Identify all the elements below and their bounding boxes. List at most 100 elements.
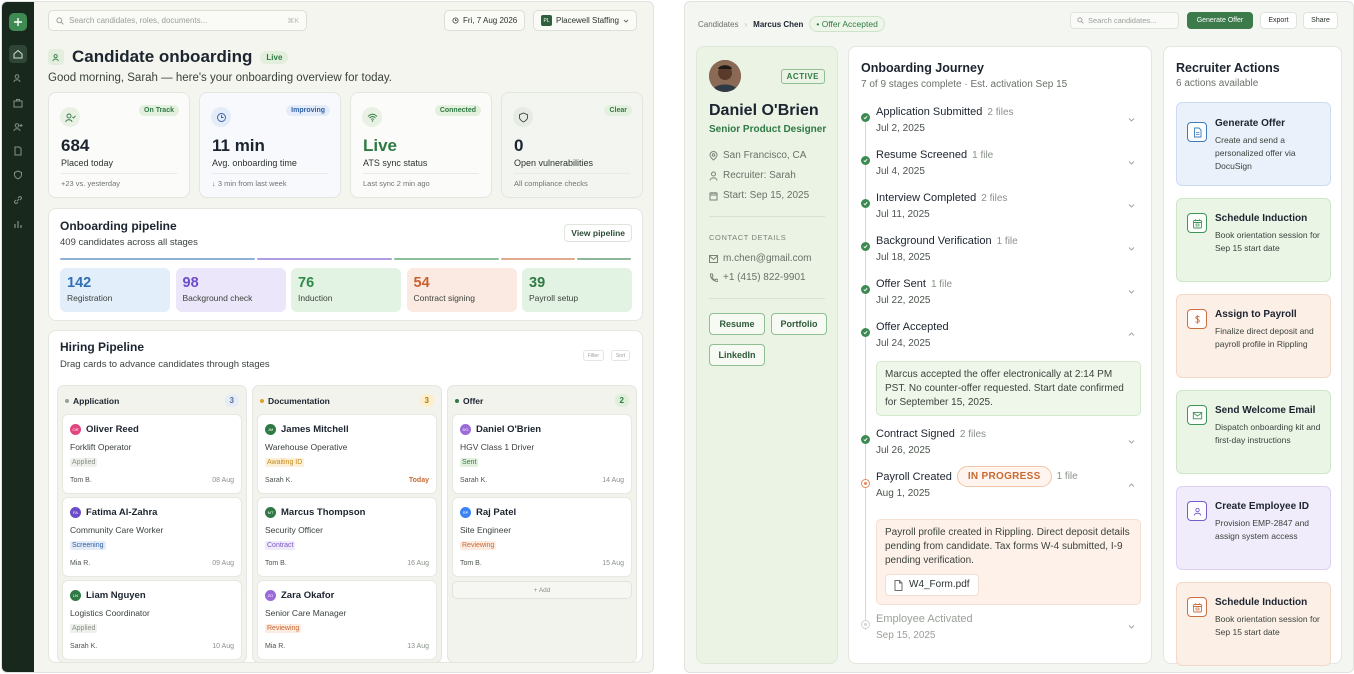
- add-card-button[interactable]: + Add: [452, 581, 632, 599]
- candidate-card[interactable]: DO Daniel O'Brien HGV Class 1 Driver Sent Sa…: [452, 414, 632, 494]
- breadcrumb-root[interactable]: Candidates: [698, 20, 738, 29]
- org-switcher[interactable]: PL Placewell Staffing: [533, 10, 637, 31]
- email-text[interactable]: m.chen@gmail.com: [723, 253, 812, 264]
- file-count[interactable]: 1 file: [997, 236, 1018, 247]
- sort-button[interactable]: Sort: [610, 350, 630, 361]
- location-text: San Francisco, CA: [723, 150, 807, 161]
- timeline-step[interactable]: Contract Signed 2 files Jul 26, 2025: [861, 428, 1141, 460]
- chart-icon[interactable]: [9, 215, 27, 233]
- chevron-down-icon[interactable]: [1128, 239, 1135, 251]
- status-badge: Reviewing: [265, 624, 302, 633]
- search-icon: [1077, 17, 1084, 24]
- timeline-step[interactable]: Interview Completed 2 files Jul 11, 2025: [861, 192, 1141, 224]
- pipeline-stage[interactable]: 39 Payroll setup: [522, 268, 632, 312]
- timeline-step[interactable]: Offer Sent 1 file Jul 22, 2025: [861, 278, 1141, 310]
- step-header: Resume Screened 1 file: [876, 149, 993, 161]
- shield-icon[interactable]: [9, 166, 27, 184]
- users-icon[interactable]: [9, 69, 27, 87]
- chevron-up-icon[interactable]: [1128, 476, 1135, 487]
- action-card[interactable]: Create Employee ID Provision EMP-2847 and…: [1176, 486, 1331, 570]
- chevron-down-icon[interactable]: [1128, 432, 1135, 444]
- stage-label: Registration: [67, 293, 113, 303]
- status-badge: Screening: [70, 541, 106, 550]
- wifi-icon: [362, 107, 382, 127]
- share-button[interactable]: Share: [1303, 12, 1338, 29]
- link-icon[interactable]: [9, 191, 27, 209]
- candidate-card[interactable]: RP Raj Patel Site Engineer Reviewing Tom B. 1…: [452, 497, 632, 577]
- action-card[interactable]: Generate Offer Create and send a personal…: [1176, 102, 1331, 186]
- resume-button[interactable]: Resume: [709, 313, 765, 335]
- portfolio-button[interactable]: Portfolio: [771, 313, 827, 335]
- candidate-card[interactable]: MT Marcus Thompson Security Officer Contrac…: [257, 497, 437, 577]
- timeline-step[interactable]: Offer Accepted Jul 24, 2025: [861, 321, 1141, 353]
- chevron-down-icon: [623, 19, 629, 23]
- chevron-down-icon[interactable]: [1128, 196, 1135, 208]
- file-count[interactable]: 2 files: [960, 429, 986, 440]
- stat-card[interactable]: Improving 11 min Avg. onboarding time ↓ 3 m…: [199, 92, 341, 198]
- candidate-card[interactable]: FA Fatima Al-Zahra Community Care Worker Sc…: [62, 497, 242, 577]
- stat-card[interactable]: Connected Live ATS sync status Last sync 2 …: [350, 92, 492, 198]
- view-pipeline-button[interactable]: View pipeline: [564, 224, 632, 242]
- candidate-card[interactable]: ZO Zara Okafor Senior Care Manager Reviewin…: [257, 580, 437, 660]
- onboarding-subtitle: 409 candidates across all stages: [60, 237, 198, 248]
- live-badge: Live: [260, 50, 289, 64]
- avatar: ZO: [265, 590, 276, 601]
- timeline-step[interactable]: Application Submitted 2 files Jul 2, 2025: [861, 106, 1141, 138]
- mail-icon: [1187, 405, 1207, 425]
- filter-button[interactable]: Filter: [582, 350, 604, 361]
- file-count[interactable]: 1 file: [972, 150, 993, 161]
- chevron-down-icon[interactable]: [1128, 110, 1135, 122]
- stage-label: Background check: [182, 293, 253, 303]
- export-button[interactable]: Export: [1260, 12, 1297, 29]
- chevron-down-icon[interactable]: [1128, 153, 1135, 165]
- app-logo-icon[interactable]: [9, 13, 27, 31]
- chevron-down-icon[interactable]: [1128, 282, 1135, 294]
- file-count[interactable]: 1 file: [931, 279, 952, 290]
- file-count[interactable]: 2 files: [981, 193, 1007, 204]
- recruiter-name: Sarah K.: [70, 643, 98, 650]
- date-chip[interactable]: Fri, 7 Aug 2026: [444, 10, 526, 31]
- candidate-card[interactable]: OR Oliver Reed Forklift Operator Applied Tom…: [62, 414, 242, 494]
- file-count[interactable]: 2 files: [987, 107, 1013, 118]
- file-attachment[interactable]: W4_Form.pdf: [885, 574, 979, 596]
- stat-card[interactable]: On Track 684 Placed today +23 vs. yesterday: [48, 92, 190, 198]
- chevron-up-icon[interactable]: [1128, 325, 1135, 336]
- home-icon[interactable]: [9, 45, 27, 63]
- stat-value: Live: [363, 136, 398, 155]
- generate-offer-button[interactable]: Generate Offer: [1187, 12, 1253, 29]
- check-icon: [861, 156, 870, 165]
- document-icon[interactable]: [9, 142, 27, 160]
- timeline-step[interactable]: Resume Screened 1 file Jul 4, 2025: [861, 149, 1141, 181]
- pipeline-stage[interactable]: 76 Induction: [291, 268, 401, 312]
- recruiter-name: Sarah K.: [460, 477, 488, 484]
- pipeline-stage[interactable]: 98 Background check: [175, 268, 286, 312]
- stat-card[interactable]: Clear 0 Open vulnerabilities All compliance…: [501, 92, 643, 198]
- stat-value: 684: [61, 136, 90, 155]
- pipeline-stage[interactable]: 54 Contract signing: [406, 268, 517, 312]
- action-card[interactable]: Send Welcome Email Dispatch onboarding ki…: [1176, 390, 1331, 474]
- candidate-card[interactable]: LN Liam Nguyen Logistics Coordinator Applie…: [62, 580, 242, 660]
- step-date: Jul 4, 2025: [876, 166, 925, 177]
- action-card[interactable]: Schedule Induction Book orientation sessi…: [1176, 198, 1331, 282]
- candidate-search-input[interactable]: Search candidates...: [1070, 12, 1179, 29]
- status-badge: Applied: [70, 458, 98, 467]
- shield-icon: [513, 107, 533, 127]
- action-card[interactable]: Assign to Payroll Finalize direct deposit…: [1176, 294, 1331, 378]
- action-card[interactable]: Schedule Induction Book orientation sessi…: [1176, 582, 1331, 666]
- candidate-card[interactable]: JM James Mitchell Warehouse Operative Await…: [257, 414, 437, 494]
- chevron-down-icon[interactable]: [1128, 617, 1135, 629]
- search-input[interactable]: Search candidates, roles, documents... ⌘…: [48, 10, 307, 31]
- timeline-step[interactable]: Employee Activated Sep 15, 2025: [861, 613, 1141, 645]
- file-count[interactable]: 1 file: [1057, 471, 1078, 482]
- recruiter-text: Recruiter: Sarah: [723, 170, 796, 181]
- linkedin-button[interactable]: LinkedIn: [709, 344, 765, 366]
- pipeline-stage[interactable]: 142 Registration: [60, 268, 170, 312]
- user-add-icon[interactable]: [9, 118, 27, 136]
- timeline-step[interactable]: Payroll Created IN PROGRESS 1 file Aug 1, 2…: [861, 466, 1141, 504]
- column-count: 3: [419, 394, 434, 407]
- timeline-step[interactable]: Background Verification 1 file Jul 18, 202…: [861, 235, 1141, 267]
- candidate-role: Warehouse Operative: [265, 442, 348, 452]
- phone-text[interactable]: +1 (415) 822-9901: [723, 272, 806, 283]
- briefcase-icon[interactable]: [9, 94, 27, 112]
- candidate-name: James Mitchell: [281, 424, 349, 435]
